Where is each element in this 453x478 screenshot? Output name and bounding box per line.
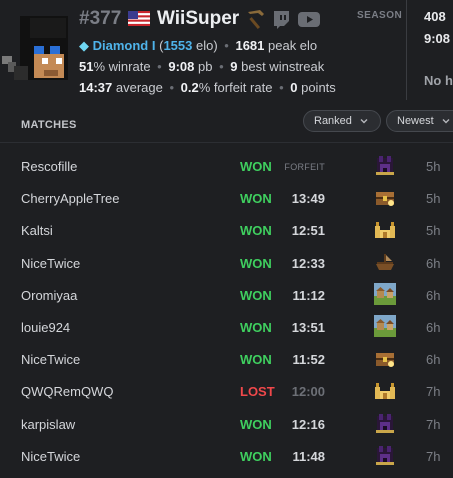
shipwreck-icon — [374, 251, 396, 273]
match-age: 6h — [426, 255, 441, 271]
match-time: 11:12 — [292, 287, 325, 303]
pickaxe-icon — [248, 10, 264, 30]
best-winstreak: 9 — [230, 59, 238, 74]
ranked-filter-label: Ranked — [314, 115, 352, 127]
opponent-name[interactable]: Rescofille — [21, 159, 77, 174]
match-result: WON — [240, 287, 272, 303]
sort-dropdown[interactable]: Newest — [386, 110, 453, 132]
season-value-3: No h — [424, 73, 453, 88]
match-time: 12:16 — [291, 416, 325, 432]
match-result: WON — [240, 255, 272, 271]
match-age: 6h — [426, 320, 441, 335]
tier-name: Diamond I — [92, 38, 156, 53]
match-age: 5h — [426, 223, 441, 239]
season-value-2: 9:08 — [424, 31, 451, 46]
forfeit-rate: 0.2 — [180, 80, 199, 95]
season-label: SEASON — [357, 10, 403, 21]
fortress-icon — [374, 154, 396, 176]
match-age: 6h — [426, 352, 441, 368]
stats-line-2: 14:37 average • 0.2% forfeit rate • 0 po… — [79, 80, 336, 95]
opponent-name[interactable]: Kaltsi — [21, 223, 53, 238]
rank-line: ◆ Diamond I (1553 elo) • 1681 peak elo — [79, 38, 318, 53]
village-icon — [374, 315, 396, 337]
match-time: 12:33 — [291, 255, 325, 271]
match-time: 12:00 — [291, 384, 325, 400]
ranked-filter-dropdown[interactable]: Ranked — [303, 110, 381, 132]
match-time: 13:51 — [291, 320, 325, 335]
match-time: 11:52 — [292, 352, 325, 368]
match-result: WON — [240, 416, 272, 432]
match-row[interactable]: CherryAppleTree WON 13:49 5h — [0, 184, 453, 216]
match-time: 12:51 — [291, 223, 325, 239]
match-age: 5h — [426, 159, 441, 174]
player-name: WiiSuper — [157, 8, 240, 29]
elo-value: 1553 — [163, 38, 193, 53]
match-row[interactable]: louie924 WON 13:51 6h — [0, 313, 453, 345]
season-value-1: 408 — [424, 9, 446, 24]
us-flag-icon — [128, 11, 150, 26]
youtube-icon[interactable] — [298, 12, 320, 27]
village-icon — [374, 282, 396, 305]
sort-label: Newest — [397, 115, 434, 127]
match-row[interactable]: karpislaw WON 12:16 7h — [0, 410, 453, 442]
match-row[interactable]: Kaltsi WON 12:51 5h — [0, 216, 453, 248]
chevron-down-icon — [442, 119, 450, 124]
match-result: WON — [240, 448, 272, 464]
match-time: FORFEIT — [284, 162, 325, 172]
match-age: 7h — [426, 384, 441, 400]
match-age: 6h — [426, 287, 441, 303]
match-row[interactable]: Rescofille WON FORFEIT 5h — [0, 152, 453, 184]
match-row[interactable]: NiceTwice WON 11:52 6h — [0, 345, 453, 377]
pb-time: 9:08 — [168, 59, 195, 74]
player-rank: #377 — [79, 8, 122, 29]
average-time: 14:37 — [79, 80, 113, 95]
diamond-icon: ◆ — [79, 38, 89, 53]
header-divider — [0, 142, 453, 143]
match-result: WON — [240, 159, 272, 174]
match-row[interactable]: NiceTwice WON 11:48 7h — [0, 442, 453, 474]
matches-title: MATCHES — [21, 119, 77, 131]
match-result: WON — [240, 191, 272, 207]
desert-temple-icon — [374, 379, 396, 401]
opponent-name[interactable]: NiceTwice — [21, 352, 80, 367]
opponent-name[interactable]: louie924 — [21, 320, 70, 335]
match-row[interactable]: NiceTwice WON 12:33 6h — [0, 249, 453, 281]
match-time: 11:48 — [292, 448, 325, 464]
match-result: WON — [240, 223, 272, 239]
match-result: LOST — [240, 384, 275, 400]
match-result: WON — [240, 352, 272, 368]
match-row[interactable]: QWQRemQWQ LOST 12:00 7h — [0, 377, 453, 409]
peak-elo: 1681 — [235, 38, 265, 53]
twitch-icon[interactable] — [272, 10, 290, 29]
match-age: 7h — [426, 416, 441, 432]
match-age: 7h — [426, 448, 441, 464]
buried-treasure-icon — [374, 347, 396, 369]
desert-temple-icon — [374, 218, 396, 240]
fortress-icon — [374, 444, 396, 466]
match-row[interactable]: Oromiyaa WON 11:12 6h — [0, 281, 453, 313]
opponent-name[interactable]: Oromiyaa — [21, 288, 77, 303]
opponent-name[interactable]: CherryAppleTree — [21, 191, 120, 206]
match-age: 5h — [426, 191, 441, 207]
buried-treasure-icon — [374, 186, 396, 208]
match-result: WON — [240, 320, 272, 335]
opponent-name[interactable]: NiceTwice — [21, 256, 80, 271]
player-avatar — [2, 16, 68, 80]
opponent-name[interactable]: NiceTwice — [21, 449, 80, 464]
chevron-down-icon — [360, 119, 368, 124]
opponent-name[interactable]: karpislaw — [21, 417, 75, 432]
opponent-name[interactable]: QWQRemQWQ — [21, 384, 113, 399]
fortress-icon — [374, 412, 396, 434]
winrate: 51 — [79, 59, 94, 74]
season-divider — [406, 0, 407, 100]
match-time: 13:49 — [291, 191, 325, 207]
stats-line-1: 51% winrate • 9:08 pb • 9 best winstreak — [79, 59, 325, 74]
